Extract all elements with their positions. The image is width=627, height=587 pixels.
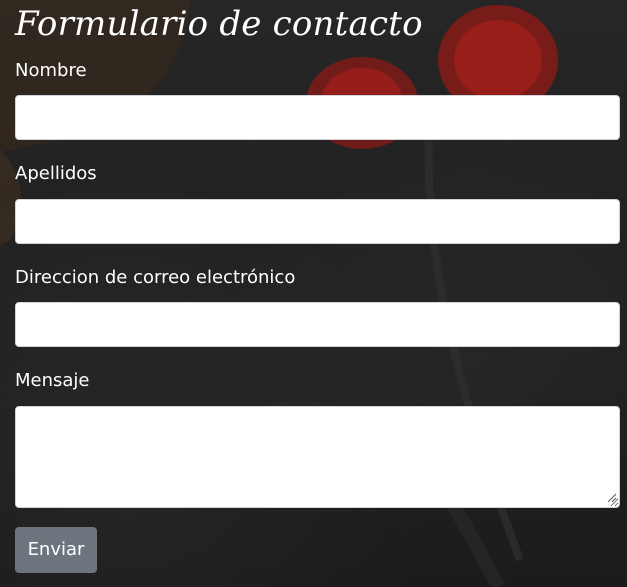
tomato-inner-2 bbox=[454, 20, 542, 100]
email-label: Direccion de correo electrónico bbox=[15, 267, 296, 288]
apellidos-label: Apellidos bbox=[15, 163, 97, 184]
resize-handle-icon[interactable] bbox=[605, 491, 617, 503]
mensaje-textarea[interactable] bbox=[15, 406, 620, 508]
form-title: Formulario de contacto bbox=[15, 4, 423, 44]
nombre-input[interactable] bbox=[15, 95, 620, 140]
apellidos-input[interactable] bbox=[15, 199, 620, 244]
email-input[interactable] bbox=[15, 302, 620, 347]
mensaje-label: Mensaje bbox=[15, 370, 90, 391]
nombre-label: Nombre bbox=[15, 60, 87, 81]
enviar-button[interactable]: Enviar bbox=[15, 527, 97, 573]
